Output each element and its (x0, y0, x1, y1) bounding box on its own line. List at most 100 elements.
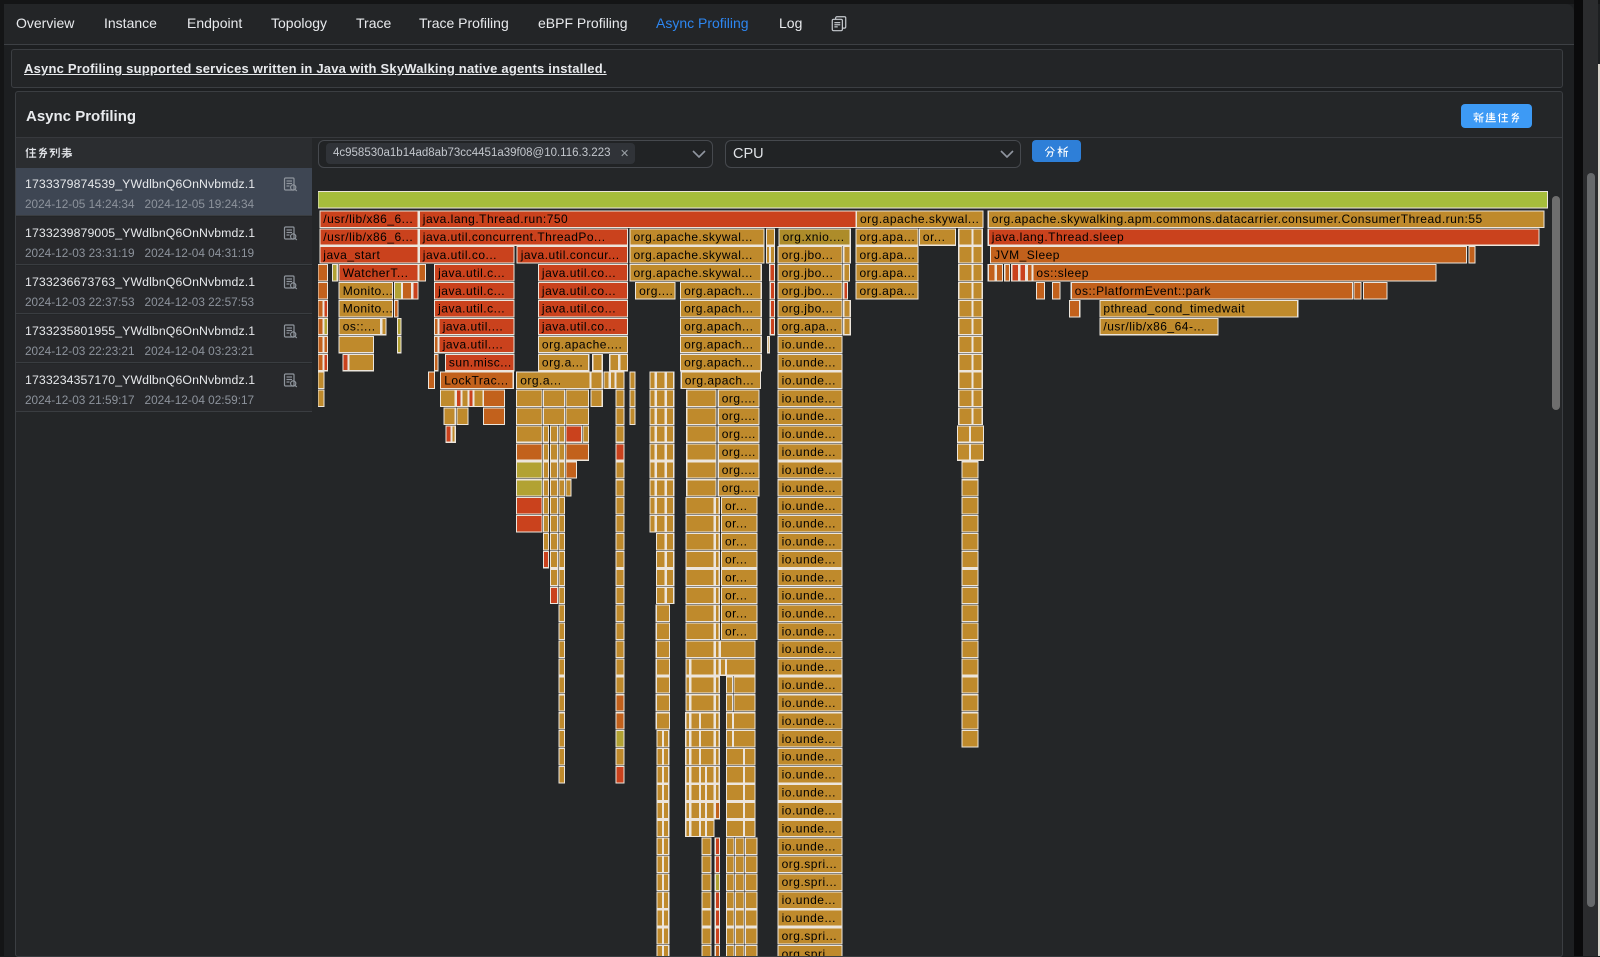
svg-text:LockTrac...: LockTrac... (444, 373, 508, 387)
svg-text:io.unde...: io.unde... (782, 839, 836, 853)
svg-text:org.apache.skywal...: org.apache.skywal... (860, 212, 979, 226)
svg-text:pthread_cond_timedwait: pthread_cond_timedwait (1103, 302, 1245, 316)
svg-text:java.util.co...: java.util.co... (541, 266, 616, 280)
svg-text:org....: org.... (722, 481, 756, 495)
svg-text:/usr/lib/x86_6...: /usr/lib/x86_6... (323, 230, 413, 244)
svg-text:io.unde...: io.unde... (782, 911, 836, 925)
svg-text:io.unde...: io.unde... (782, 821, 836, 835)
svg-text:io.unde...: io.unde... (782, 624, 836, 638)
svg-text:org....: org.... (722, 445, 756, 459)
svg-text:org.spri...: org.spri... (782, 857, 838, 871)
svg-text:or...: or... (923, 230, 946, 244)
svg-text:Monito...: Monito... (343, 284, 394, 298)
svg-text:java.util.c...: java.util.c... (437, 266, 505, 280)
svg-text:java.util.concurrent.ThreadPo.: java.util.concurrent.ThreadPo... (422, 230, 606, 244)
svg-text:io.unde...: io.unde... (782, 535, 836, 549)
svg-text:org.spri...: org.spri... (782, 947, 838, 956)
svg-text:org.jbo...: org.jbo... (782, 284, 834, 298)
svg-text:io.unde...: io.unde... (782, 893, 836, 907)
svg-text:io.unde...: io.unde... (782, 642, 836, 656)
svg-text:java.util.c...: java.util.c... (437, 302, 505, 316)
svg-text:io.unde...: io.unde... (782, 714, 836, 728)
svg-text:io.unde...: io.unde... (782, 409, 836, 423)
svg-text:org.a...: org.a... (520, 373, 561, 387)
svg-text:org.apa...: org.apa... (860, 266, 916, 280)
svg-text:io.unde...: io.unde... (782, 696, 836, 710)
svg-text:org....: org.... (722, 409, 756, 423)
svg-text:io.unde...: io.unde... (782, 463, 836, 477)
svg-text:or...: or... (725, 571, 748, 585)
svg-text:io.unde...: io.unde... (782, 481, 836, 495)
svg-text:or...: or... (725, 553, 748, 567)
svg-text:io.unde...: io.unde... (782, 356, 836, 370)
svg-text:org.apach...: org.apach... (684, 320, 753, 334)
svg-text:io.unde...: io.unde... (782, 427, 836, 441)
svg-text:io.unde...: io.unde... (782, 553, 836, 567)
svg-text:or...: or... (725, 535, 748, 549)
svg-text:org.jbo...: org.jbo... (782, 302, 834, 316)
svg-text:org.spri...: org.spri... (782, 875, 838, 889)
svg-text:or...: or... (725, 499, 748, 513)
svg-text:java.util.co...: java.util.co... (541, 320, 616, 334)
svg-text:io.unde...: io.unde... (782, 588, 836, 602)
svg-text:java.util....: java.util.... (442, 338, 504, 352)
svg-text:org.a...: org.a... (542, 356, 583, 370)
svg-text:org.apache.skywalking.apm.comm: org.apache.skywalking.apm.commons.dataca… (992, 212, 1483, 226)
svg-text:java.lang.Thread.sleep: java.lang.Thread.sleep (991, 230, 1124, 244)
svg-text:java.lang.Thread.run:750: java.lang.Thread.run:750 (422, 212, 568, 226)
svg-text:os::sleep: os::sleep (1036, 266, 1089, 280)
svg-text:io.unde...: io.unde... (782, 606, 836, 620)
svg-text:org.apach...: org.apach... (684, 302, 753, 316)
svg-text:org.apa...: org.apa... (782, 320, 838, 334)
svg-text:org.apache.skywal...: org.apache.skywal... (634, 266, 753, 280)
svg-text:io.unde...: io.unde... (782, 768, 836, 782)
svg-text:WatcherT...: WatcherT... (343, 266, 409, 280)
svg-text:org.jbo...: org.jbo... (782, 266, 834, 280)
svg-text:/usr/lib/x86_6...: /usr/lib/x86_6... (323, 212, 413, 226)
svg-text:java.util.c...: java.util.c... (437, 284, 505, 298)
svg-text:org....: org.... (722, 391, 756, 405)
svg-text:JVM_Sleep: JVM_Sleep (994, 248, 1060, 262)
svg-text:org.apach...: org.apach... (684, 284, 753, 298)
svg-text:Monito...: Monito... (343, 302, 394, 316)
svg-text:io.unde...: io.unde... (782, 732, 836, 746)
svg-text:org.apach...: org.apach... (684, 356, 753, 370)
svg-text:io.unde...: io.unde... (782, 571, 836, 585)
svg-text:org.apache.skywal...: org.apache.skywal... (634, 248, 753, 262)
svg-text:java.util.co...: java.util.co... (422, 248, 497, 262)
svg-text:io.unde...: io.unde... (782, 678, 836, 692)
svg-text:io.unde...: io.unde... (782, 517, 836, 531)
svg-text:org.jbo...: org.jbo... (782, 248, 834, 262)
svg-text:org.apach...: org.apach... (684, 338, 753, 352)
svg-text:io.unde...: io.unde... (782, 786, 836, 800)
svg-text:or...: or... (725, 588, 748, 602)
svg-text:sun.misc...: sun.misc... (449, 356, 512, 370)
svg-text:os::PlatformEvent::park: os::PlatformEvent::park (1075, 284, 1212, 298)
svg-text:org.apach...: org.apach... (685, 373, 754, 387)
svg-text:java.util.co...: java.util.co... (541, 302, 616, 316)
svg-text:org....: org.... (639, 284, 673, 298)
svg-text:io.unde...: io.unde... (782, 373, 836, 387)
svg-text:org.xnio....: org.xnio.... (783, 230, 845, 244)
svg-text:/usr/lib/x86_64-...: /usr/lib/x86_64-... (1103, 320, 1205, 334)
svg-text:org.apache.skywal...: org.apache.skywal... (634, 230, 753, 244)
svg-text:io.unde...: io.unde... (782, 499, 836, 513)
svg-text:org.apache....: org.apache.... (542, 338, 622, 352)
svg-text:java.util.concur...: java.util.concur... (520, 248, 620, 262)
svg-text:io.unde...: io.unde... (782, 391, 836, 405)
svg-text:or...: or... (725, 517, 748, 531)
svg-text:java_start: java_start (322, 248, 380, 262)
svg-text:io.unde...: io.unde... (782, 660, 836, 674)
svg-text:io.unde...: io.unde... (782, 338, 836, 352)
svg-text:io.unde...: io.unde... (782, 804, 836, 818)
svg-text:os::...: os::... (343, 320, 376, 334)
svg-text:org....: org.... (722, 463, 756, 477)
svg-text:org.apa...: org.apa... (860, 284, 916, 298)
svg-text:java.util.co...: java.util.co... (541, 284, 616, 298)
svg-text:or...: or... (725, 624, 748, 638)
svg-text:io.unde...: io.unde... (782, 445, 836, 459)
svg-text:org....: org.... (722, 427, 756, 441)
svg-text:or...: or... (725, 606, 748, 620)
svg-text:java.util....: java.util.... (442, 320, 504, 334)
svg-text:org.apa...: org.apa... (860, 248, 916, 262)
